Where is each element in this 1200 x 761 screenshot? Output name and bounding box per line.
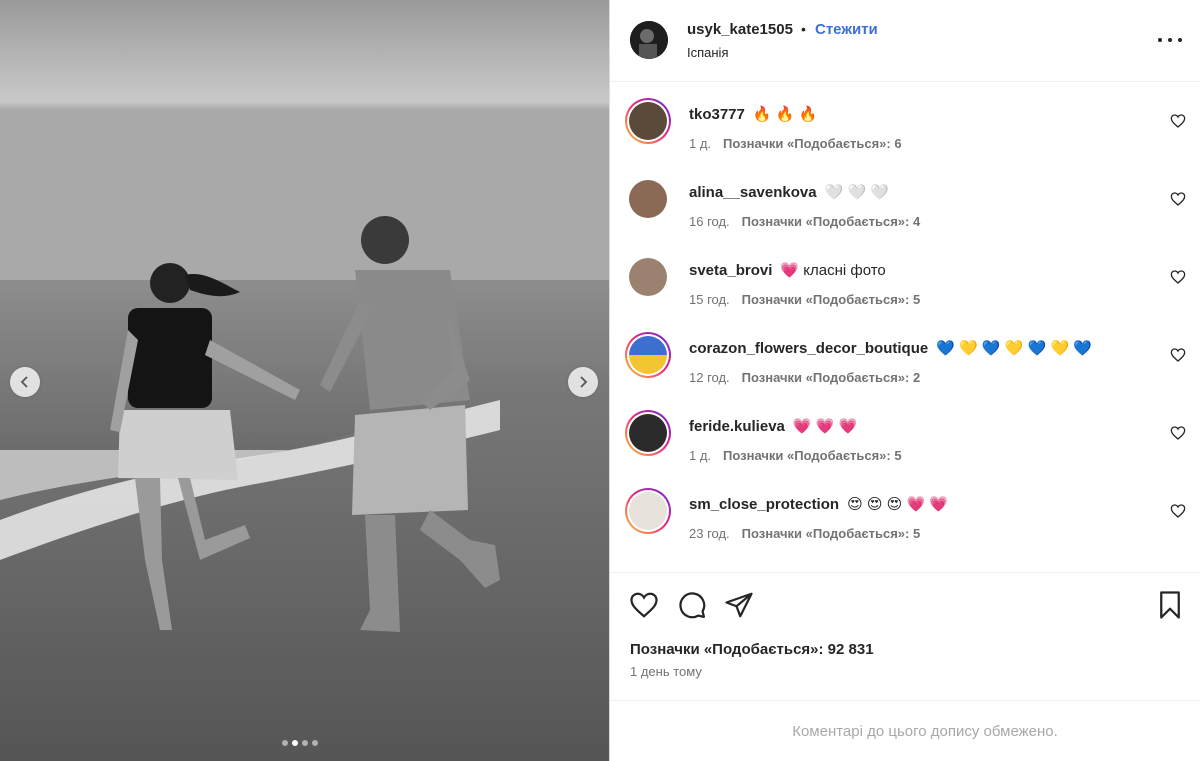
heart-icon[interactable] (1170, 269, 1186, 285)
carousel-dot (312, 740, 318, 746)
comments-list[interactable]: tko3777 🔥 🔥 🔥 1 д. Позначки «Подобається»:… (610, 83, 1200, 571)
commenter-username[interactable]: sm_close_protection (689, 496, 839, 513)
heart-icon[interactable] (629, 590, 659, 620)
more-dot-icon (1158, 38, 1162, 42)
next-slide-button[interactable] (568, 367, 598, 397)
commenter-username[interactable]: tko3777 (689, 106, 745, 123)
comment-time[interactable]: 15 год. (689, 292, 730, 307)
commenter-avatar[interactable] (625, 254, 671, 300)
comment-item: alina__savenkova 🤍 🤍 🤍 16 год. Позначки «П… (610, 176, 1200, 254)
comment-text: 💙 💛 💙 💛 💙 💛 💙 (936, 340, 1092, 357)
commenter-username[interactable]: alina__savenkova (689, 184, 817, 201)
likes-count[interactable]: Позначки «Подобається»: 92 831 (630, 641, 874, 658)
comment-time[interactable]: 1 д. (689, 448, 711, 463)
comment-likes[interactable]: Позначки «Подобається»: 5 (742, 526, 921, 541)
follow-button[interactable]: Стежити (815, 21, 878, 38)
comment-likes[interactable]: Позначки «Подобається»: 2 (742, 370, 921, 385)
comment-item: corazon_flowers_decor_boutique 💙 💛 💙 💛 💙 … (610, 332, 1200, 410)
commenter-avatar[interactable] (625, 98, 671, 144)
comments-restricted-text: Коментарі до цього допису обмежено. (792, 722, 1058, 740)
comment-text: класні фото (803, 262, 886, 279)
carousel-dot-active (292, 740, 298, 746)
heart-icon[interactable] (1170, 191, 1186, 207)
paper-plane-icon[interactable] (724, 590, 754, 620)
carousel-indicator (282, 740, 318, 746)
post-media (0, 0, 610, 761)
commenter-username[interactable]: sveta_brovi (689, 262, 772, 279)
comment-likes[interactable]: Позначки «Подобається»: 4 (742, 214, 921, 229)
header-separator: • (801, 21, 806, 37)
heart-icon[interactable] (1170, 113, 1186, 129)
more-dot-icon (1168, 38, 1172, 42)
comment-item: sveta_brovi 💗 класні фото 15 год. Позначки… (610, 254, 1200, 332)
more-options-button[interactable] (1158, 30, 1182, 50)
comment-item: sm_close_protection 😍 😍 😍 💗 💗 23 год. Позн… (610, 488, 1200, 566)
post-actions: Позначки «Подобається»: 92 831 1 день то… (610, 572, 1200, 700)
comment-text: 🤍 🤍 🤍 (824, 184, 889, 201)
comment-icon[interactable] (677, 590, 707, 620)
previous-slide-button[interactable] (10, 367, 40, 397)
comment-time[interactable]: 16 год. (689, 214, 730, 229)
comment-time[interactable]: 1 д. (689, 136, 711, 151)
heart-icon[interactable] (1170, 347, 1186, 363)
heart-icon[interactable] (1170, 503, 1186, 519)
comment-emoji: 💗 (780, 262, 800, 279)
comments-restricted-footer: Коментарі до цього допису обмежено. (610, 700, 1200, 761)
post-header: usyk_kate1505 • Стежити Іспанія (610, 0, 1200, 82)
commenter-avatar[interactable] (625, 410, 671, 456)
heart-icon[interactable] (1170, 425, 1186, 441)
comment-text: 💗 💗 💗 (792, 418, 858, 435)
carousel-dot (282, 740, 288, 746)
author-avatar[interactable] (630, 21, 668, 59)
comment-text: 😍 😍 😍 💗 💗 (847, 496, 948, 513)
instagram-post: usyk_kate1505 • Стежити Іспанія tko3777 🔥… (0, 0, 1200, 761)
commenter-username[interactable]: corazon_flowers_decor_boutique (689, 340, 928, 357)
carousel-dot (302, 740, 308, 746)
commenter-avatar[interactable] (625, 176, 671, 222)
comment-likes[interactable]: Позначки «Подобається»: 5 (742, 292, 921, 307)
comment-likes[interactable]: Позначки «Подобається»: 6 (723, 136, 902, 151)
comment-time[interactable]: 12 год. (689, 370, 730, 385)
author-username[interactable]: usyk_kate1505 (687, 21, 793, 38)
more-dot-icon (1178, 38, 1182, 42)
comment-text: 🔥 🔥 🔥 (752, 106, 818, 123)
chevron-left-icon (20, 376, 28, 388)
post-time[interactable]: 1 день тому (630, 664, 702, 679)
post-location[interactable]: Іспанія (687, 45, 729, 60)
commenter-avatar[interactable] (625, 488, 671, 534)
post-side-panel: usyk_kate1505 • Стежити Іспанія tko3777 🔥… (610, 0, 1200, 761)
comment-item: feride.kulieva 💗 💗 💗 1 д. Позначки «Подоба… (610, 410, 1200, 488)
bookmark-icon[interactable] (1155, 590, 1185, 620)
commenter-username[interactable]: feride.kulieva (689, 418, 785, 435)
comment-time[interactable]: 23 год. (689, 526, 730, 541)
commenter-avatar[interactable] (625, 332, 671, 378)
comment-item: tko3777 🔥 🔥 🔥 1 д. Позначки «Подобається»:… (610, 98, 1200, 176)
post-photo (0, 0, 609, 761)
chevron-right-icon (580, 376, 588, 388)
comment-likes[interactable]: Позначки «Подобається»: 5 (723, 448, 902, 463)
